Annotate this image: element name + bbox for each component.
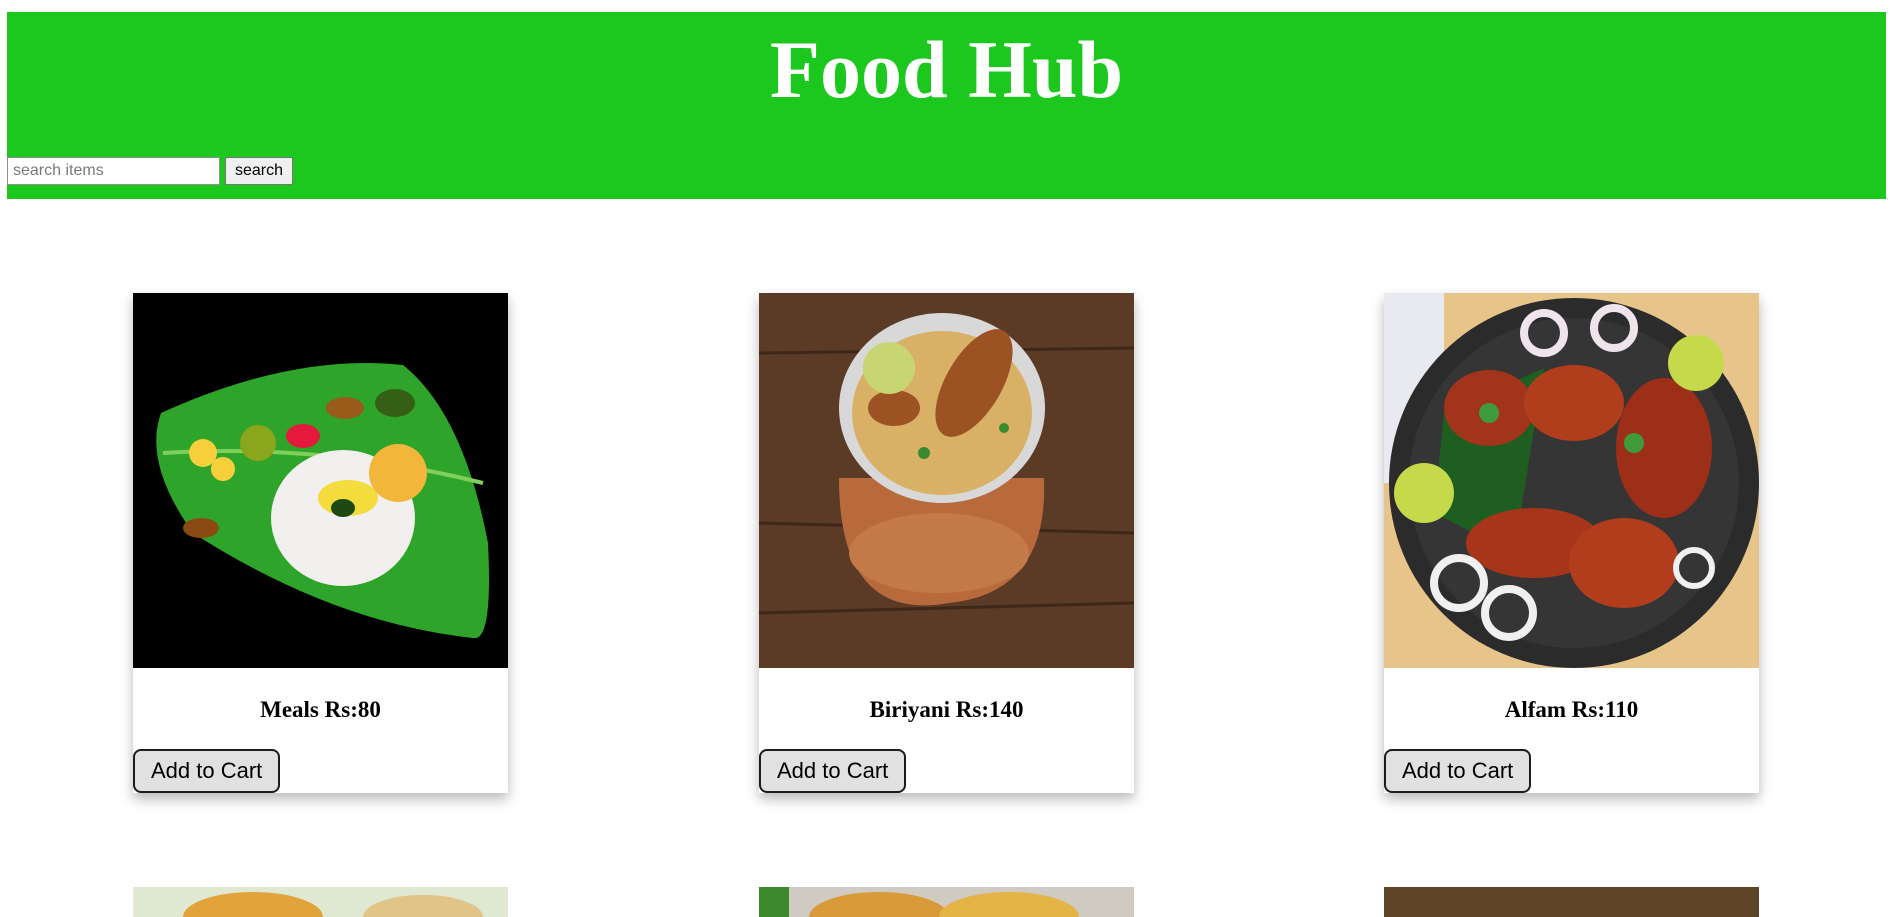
food-card-partial-3 bbox=[1384, 887, 1759, 917]
item-name: Biriyani Rs:140 bbox=[869, 697, 1024, 722]
add-to-cart-button[interactable]: Add to Cart bbox=[759, 749, 907, 793]
food-card-partial-2 bbox=[759, 887, 1134, 917]
site-title: Food Hub bbox=[769, 24, 1124, 115]
alfam-image bbox=[1384, 293, 1759, 668]
item-name: Meals Rs:80 bbox=[260, 697, 381, 722]
food-card-meals: Meals Rs:80 Add to Cart bbox=[133, 293, 508, 793]
food-card-biriyani: Biriyani Rs:140 Add to Cart bbox=[759, 293, 1134, 793]
food-card-alfam: Alfam Rs:110 Add to Cart bbox=[1384, 293, 1759, 793]
biriyani-image bbox=[759, 293, 1134, 668]
add-to-cart-button[interactable]: Add to Cart bbox=[133, 749, 281, 793]
food-card-partial-1 bbox=[133, 887, 508, 917]
search-input[interactable] bbox=[7, 157, 220, 185]
item-name: Alfam Rs:110 bbox=[1504, 697, 1639, 722]
meals-image bbox=[133, 293, 508, 668]
search-button[interactable]: search bbox=[225, 157, 294, 185]
add-to-cart-button[interactable]: Add to Cart bbox=[1384, 749, 1532, 793]
